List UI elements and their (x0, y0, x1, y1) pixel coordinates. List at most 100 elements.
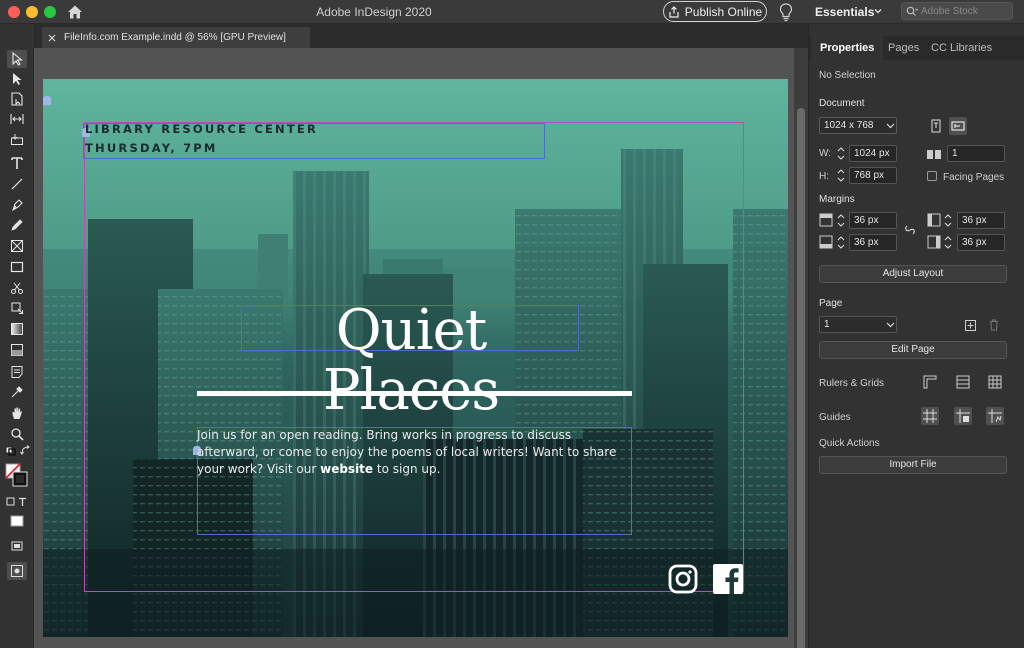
guides-icon (923, 409, 937, 423)
margin-inside-field[interactable]: 36 px (957, 212, 1005, 229)
preview-mode-tool[interactable] (7, 562, 27, 580)
instagram-icon[interactable] (667, 563, 699, 595)
eyedropper-tool[interactable] (7, 383, 27, 401)
snap-guides-button[interactable] (986, 407, 1004, 425)
document-grid-button[interactable] (986, 373, 1004, 391)
page-tool-icon (11, 92, 23, 106)
page-tool[interactable] (7, 90, 27, 108)
landscape-icon (951, 121, 965, 131)
container-text-format-icon[interactable] (6, 497, 30, 507)
edit-page-button[interactable]: Edit Page (819, 341, 1007, 359)
margin-inside-stepper-icon[interactable] (943, 212, 953, 229)
selection-tool[interactable] (7, 50, 27, 68)
margin-outside-field[interactable]: 36 px (957, 234, 1005, 251)
margin-top-field[interactable]: 36 px (849, 212, 897, 229)
pages-count-field[interactable]: 1 (947, 145, 1005, 162)
width-stepper-icon[interactable] (836, 145, 846, 162)
publish-online-button[interactable]: Publish Online (663, 1, 767, 22)
height-label: H: (819, 171, 829, 182)
tools-panel (0, 48, 34, 648)
document-preset-value: 1024 x 768 (824, 120, 874, 131)
scissors-tool[interactable] (7, 279, 27, 297)
chevron-down-icon[interactable] (886, 122, 895, 130)
body-text: Join us for an open reading. Bring works… (197, 427, 627, 478)
tab-pages[interactable]: Pages (879, 36, 928, 60)
page-number-value: 1 (824, 319, 830, 330)
baseline-grid-button[interactable] (954, 373, 972, 391)
gradient-swatch-tool[interactable] (7, 320, 27, 338)
fill-swatch-icon (5, 463, 28, 487)
rectangle-icon (10, 261, 24, 273)
landscape-orientation-button[interactable] (949, 117, 967, 135)
pencil-tool[interactable] (7, 216, 27, 234)
facebook-icon[interactable] (712, 563, 744, 595)
frame-anchor-handle[interactable] (43, 96, 51, 105)
document-tab[interactable]: FileInfo.com Example.indd @ 56% [GPU Pre… (42, 27, 310, 48)
website-link[interactable]: website (320, 462, 373, 476)
gradient-feather-icon (11, 344, 23, 356)
app-title: Adobe InDesign 2020 (316, 5, 432, 19)
apply-color-tool[interactable] (7, 512, 27, 530)
zoom-tool[interactable] (7, 425, 27, 443)
free-transform-tool[interactable] (7, 299, 27, 317)
swap-fill-stroke-icon[interactable] (20, 445, 31, 456)
margin-outside-stepper-icon[interactable] (943, 234, 953, 251)
smart-guides-button[interactable] (954, 407, 972, 425)
event-time: THURSDAY, 7PM (85, 141, 218, 155)
lightbulb-icon[interactable] (778, 2, 794, 22)
scissors-icon (11, 282, 23, 294)
margin-bottom-stepper-icon[interactable] (836, 234, 846, 251)
facing-pages-checkbox[interactable] (927, 171, 937, 181)
direct-selection-tool[interactable] (7, 70, 27, 88)
vertical-scrollbar[interactable] (794, 48, 808, 648)
chevron-down-icon[interactable] (886, 321, 895, 329)
publish-online-label: Publish Online (684, 4, 763, 19)
line-tool[interactable] (7, 175, 27, 193)
import-file-button[interactable]: Import File (819, 456, 1007, 474)
close-icon[interactable] (48, 34, 56, 42)
portrait-orientation-button[interactable] (927, 117, 945, 135)
height-stepper-icon[interactable] (836, 167, 846, 184)
margin-bottom-icon (819, 235, 833, 249)
adjust-layout-button[interactable]: Adjust Layout (819, 265, 1007, 283)
pen-tool[interactable] (7, 196, 27, 214)
fill-stroke-swatches[interactable] (5, 463, 29, 489)
document-page[interactable]: LIBRARY RESOURCE CENTER THURSDAY, 7PM Qu… (43, 79, 788, 637)
default-fill-stroke-icon[interactable] (5, 446, 17, 456)
show-guides-button[interactable] (921, 407, 939, 425)
vertical-scroll-thumb[interactable] (797, 108, 805, 648)
type-tool[interactable] (7, 154, 27, 172)
type-tool-icon (11, 157, 23, 169)
pages-icon (927, 149, 941, 160)
gap-tool[interactable] (7, 110, 27, 128)
width-label: W: (819, 148, 832, 159)
quick-actions-label: Quick Actions (819, 438, 880, 449)
note-tool[interactable] (7, 363, 27, 381)
content-collector-tool[interactable] (7, 130, 27, 148)
event-title: LIBRARY RESOURCE CENTER (85, 122, 319, 136)
rulers-button[interactable] (921, 373, 939, 391)
tab-cc-libraries[interactable]: CC Libraries (922, 36, 1001, 60)
adobe-stock-search[interactable] (901, 2, 1013, 20)
link-margins-icon[interactable] (903, 222, 917, 238)
height-field[interactable]: 768 px (849, 167, 897, 184)
preview-mode-icon (11, 565, 23, 577)
gradient-feather-tool[interactable] (7, 341, 27, 359)
screen-mode-tool[interactable] (7, 537, 27, 555)
adobe-stock-input[interactable] (921, 5, 1007, 17)
width-field[interactable]: 1024 px (849, 145, 897, 162)
document-heading: Document (819, 98, 865, 109)
trash-icon[interactable] (989, 319, 999, 331)
hand-tool[interactable] (7, 404, 27, 422)
tab-properties[interactable]: Properties (811, 36, 884, 60)
share-icon (669, 5, 679, 18)
rectangle-frame-tool[interactable] (7, 237, 27, 255)
margin-top-stepper-icon[interactable] (836, 212, 846, 229)
rectangle-tool[interactable] (7, 258, 27, 276)
chevron-down-icon[interactable] (873, 6, 883, 16)
direct-selection-arrow-icon (13, 73, 22, 85)
add-page-icon[interactable] (965, 320, 976, 331)
margin-bottom-field[interactable]: 36 px (849, 234, 897, 251)
workspace-switcher[interactable]: Essentials (815, 5, 874, 19)
ruler-icon (923, 375, 937, 389)
